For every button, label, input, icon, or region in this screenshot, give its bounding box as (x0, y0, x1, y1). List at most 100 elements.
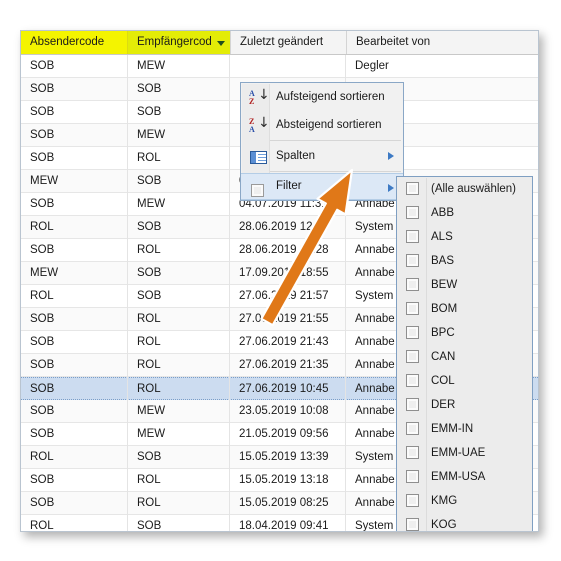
menu-item-aufsteigend-sortieren[interactable]: A Z ↓ Aufsteigend sortieren (241, 83, 403, 111)
filter-item-label: BAS (431, 255, 455, 267)
menu-item-label: Aufsteigend sortieren (276, 91, 385, 103)
cell-absender: SOB (30, 474, 55, 486)
cell-absender: ROL (30, 451, 54, 463)
checkbox-icon[interactable] (406, 350, 419, 363)
cell-absender: SOB (30, 106, 55, 118)
cell-empfaenger: SOB (137, 106, 162, 118)
column-header-bearbeitet-von[interactable]: Bearbeitet von (347, 31, 538, 54)
checkbox-icon[interactable] (406, 398, 419, 411)
cell-zuletzt: 28.06.2019 12:34 (239, 221, 329, 233)
filter-item-label: BEW (431, 279, 458, 291)
checkbox-icon[interactable] (406, 326, 419, 339)
cell-absender: SOB (30, 129, 55, 141)
cell-zuletzt: 15.05.2019 13:39 (239, 451, 329, 463)
cell-absender: SOB (30, 313, 55, 325)
cell-absender: SOB (30, 83, 55, 95)
columns-icon (246, 146, 267, 166)
cell-empfaenger: ROL (137, 152, 161, 164)
checkbox-icon[interactable] (406, 518, 419, 531)
checkbox-icon[interactable] (406, 494, 419, 507)
cell-empfaenger: ROL (137, 313, 161, 325)
cell-absender: ROL (30, 221, 54, 233)
filter-list-item[interactable]: ABB (397, 201, 532, 225)
cell-absender: ROL (30, 520, 54, 532)
cell-zuletzt: 28.06.2019 12:28 (239, 244, 329, 256)
filter-list-item[interactable]: COL (397, 369, 532, 393)
column-header-empfaengercode[interactable]: Empfängercode (128, 31, 212, 54)
filter-list-item[interactable]: DER (397, 393, 532, 417)
checkbox-icon[interactable] (406, 182, 419, 195)
cell-empfaenger: SOB (137, 451, 162, 463)
cell-absender: SOB (30, 198, 55, 210)
checkbox-icon[interactable] (406, 374, 419, 387)
cell-zuletzt: 15.05.2019 13:18 (239, 474, 329, 486)
cell-empfaenger: MEW (137, 198, 166, 210)
menu-divider (270, 140, 401, 141)
cell-absender: SOB (30, 60, 55, 72)
cell-empfaenger: ROL (137, 474, 161, 486)
table-row[interactable]: SOB MEW Degler (21, 55, 538, 78)
cell-absender: SOB (30, 497, 55, 509)
column-header-absendercode[interactable]: Absendercode (21, 31, 128, 54)
cell-absender: MEW (30, 175, 59, 187)
cell-zuletzt: 27.06.2019 21:35 (239, 359, 329, 371)
column-header-zuletzt-geaendert[interactable]: Zuletzt geändert (231, 31, 347, 54)
filter-value-list-panel[interactable]: (Alle auswählen) ABB ALS BAS BEW BOM BPC CAN COL… (396, 176, 533, 531)
cell-absender: ROL (30, 290, 54, 302)
checkbox-icon[interactable] (406, 302, 419, 315)
cell-zuletzt: 27.06.2019 21:55 (239, 313, 329, 325)
filter-item-label: COL (431, 375, 455, 387)
filter-item-label: (Alle auswählen) (431, 183, 517, 195)
filter-item-label: EMM-UAE (431, 447, 486, 459)
menu-item-absteigend-sortieren[interactable]: Z A ↓ Absteigend sortieren (241, 111, 403, 139)
filter-item-label: CAN (431, 351, 456, 363)
cell-absender: SOB (30, 359, 55, 371)
filter-list-item[interactable]: EMM-UAE (397, 441, 532, 465)
cell-empfaenger: ROL (137, 336, 161, 348)
menu-item-filter[interactable]: Filter (241, 173, 403, 200)
filter-item-label: BOM (431, 303, 458, 315)
cell-empfaenger: MEW (137, 428, 166, 440)
menu-item-spalten[interactable]: Spalten (241, 142, 403, 170)
filter-item-label: ALS (431, 231, 453, 243)
cell-empfaenger: MEW (137, 405, 166, 417)
cell-empfaenger: SOB (137, 83, 162, 95)
checkbox-icon[interactable] (406, 422, 419, 435)
submenu-arrow-icon (388, 184, 394, 192)
filter-list-item[interactable]: BEW (397, 273, 532, 297)
cell-zuletzt: 21.05.2019 09:56 (239, 428, 329, 440)
filter-item-label: KOG (431, 519, 457, 531)
column-header-dropdown-button[interactable] (212, 31, 231, 54)
filter-list-item[interactable]: EMM-IN (397, 417, 532, 441)
cell-absender: SOB (30, 244, 55, 256)
filter-list-item[interactable]: (Alle auswählen) (397, 177, 532, 201)
checkbox-icon[interactable] (406, 254, 419, 267)
cell-zuletzt: 17.09.2019 18:55 (239, 267, 329, 279)
filter-list-item[interactable]: KOG (397, 513, 532, 531)
filter-items: (Alle auswählen) ABB ALS BAS BEW BOM BPC CAN COL… (397, 177, 532, 531)
filter-list-item[interactable]: BPC (397, 321, 532, 345)
checkbox-icon[interactable] (406, 470, 419, 483)
checkbox-icon[interactable] (406, 206, 419, 219)
filter-item-label: KMG (431, 495, 458, 507)
checkbox-icon[interactable] (406, 278, 419, 291)
cell-zuletzt: 15.05.2019 08:25 (239, 497, 329, 509)
checkbox-icon[interactable] (406, 230, 419, 243)
filter-list-item[interactable]: BOM (397, 297, 532, 321)
checkbox-icon[interactable] (406, 446, 419, 459)
data-grid-window: Absendercode Empfängercode Zuletzt geände… (20, 30, 539, 532)
cell-empfaenger: MEW (137, 129, 166, 141)
menu-item-label: Absteigend sortieren (276, 119, 382, 131)
filter-list-item[interactable]: EMM-USA (397, 465, 532, 489)
chevron-down-icon (217, 41, 225, 46)
filter-list-item[interactable]: CAN (397, 345, 532, 369)
filter-list-item[interactable]: KMG (397, 489, 532, 513)
filter-list-item[interactable]: BAS (397, 249, 532, 273)
cell-absender: SOB (30, 336, 55, 348)
column-context-menu[interactable]: A Z ↓ Aufsteigend sortieren Z A ↓ Absteigend… (240, 82, 404, 201)
filter-list-item[interactable]: ALS (397, 225, 532, 249)
cell-absender: SOB (30, 383, 55, 395)
cell-absender: SOB (30, 428, 55, 440)
cell-absender: SOB (30, 405, 55, 417)
filter-item-label: EMM-IN (431, 423, 474, 435)
